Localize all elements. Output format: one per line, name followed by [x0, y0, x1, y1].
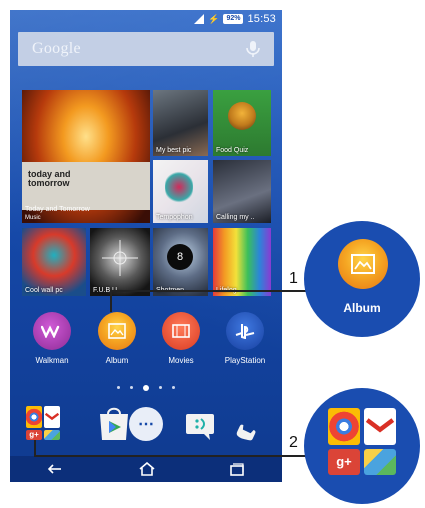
app-label: PlayStation [224, 356, 266, 365]
album-zoom-bubble: Album [304, 221, 420, 337]
tile-food-quiz[interactable]: Food Quiz [213, 90, 271, 156]
messaging-icon[interactable] [180, 404, 220, 444]
tile-label: Calling my .. [216, 214, 255, 221]
album-art-title: today and tomorrow [28, 169, 71, 188]
app-label: Movies [168, 356, 194, 365]
google-logo: Google [32, 40, 81, 57]
callout-line-2-vertical [34, 440, 36, 456]
app-movies[interactable]: Movies [151, 312, 211, 365]
clock: 15:53 [247, 13, 276, 25]
status-bar: ⚡ 92% 15:53 [10, 10, 282, 28]
navigation-bar [10, 456, 282, 482]
callout-line-1-vertical [110, 290, 112, 312]
chrome-icon [328, 408, 360, 445]
app-drawer-button[interactable]: ⋯ [126, 404, 166, 444]
tile-tempophon[interactable]: Tempophon [153, 160, 208, 223]
tile-label: Tempophon [156, 214, 193, 221]
page-dot [117, 386, 120, 389]
microphone-icon[interactable] [244, 40, 262, 58]
back-icon[interactable] [47, 463, 65, 475]
playstation-icon [226, 312, 264, 350]
app-playstation[interactable]: PlayStation [215, 312, 275, 365]
chrome-icon [26, 406, 42, 428]
callout-line-2 [34, 455, 330, 457]
app-walkman[interactable]: Walkman [22, 312, 82, 365]
grid-dots-icon: ⋯ [129, 407, 163, 441]
album-large-icon [338, 239, 388, 289]
page-dot-active [143, 384, 149, 391]
tile-label: My best pic [156, 147, 192, 154]
tile-my-best-pic[interactable]: My best pic [153, 90, 208, 156]
maps-icon [364, 449, 396, 475]
google-plus-icon: g+ [26, 430, 42, 440]
tile-shotmen[interactable]: 8 Shotmen [153, 228, 208, 296]
tile-cool-wall[interactable]: Cool wall pc [22, 228, 86, 296]
billiard-ball-icon: 8 [167, 244, 193, 270]
tile-label: Food Quiz [216, 147, 249, 154]
music-widget-sub: Music [25, 215, 41, 221]
gmail-icon [364, 408, 396, 445]
phone-screen: ⚡ 92% 15:53 Google today and tomorrow To… [10, 10, 282, 482]
phone-icon[interactable] [228, 404, 268, 444]
callout-line-1 [110, 290, 324, 292]
callout-number-1: 1 [289, 270, 298, 287]
app-album[interactable]: Album [87, 312, 147, 365]
tempophon-art [165, 170, 193, 204]
album-large-label: Album [343, 301, 381, 315]
maps-icon [44, 430, 60, 440]
google-plus-icon: g+ [328, 449, 360, 475]
music-widget-tile[interactable]: today and tomorrow Today and Tomorrow Mu… [22, 90, 150, 223]
callout-number-2: 2 [289, 434, 298, 451]
home-icon[interactable] [138, 462, 156, 476]
burger-icon [228, 102, 256, 130]
signal-icon [194, 14, 205, 24]
movies-icon [162, 312, 200, 350]
walkman-icon [33, 312, 71, 350]
battery-indicator: 92% [223, 14, 244, 24]
compass-art-icon [102, 240, 138, 276]
app-label: Walkman [35, 356, 69, 365]
google-search-bar[interactable]: Google [18, 32, 274, 66]
folder-zoom-bubble: g+ [304, 388, 420, 504]
page-dot [130, 386, 133, 389]
tile-lifelog[interactable]: Lifelog [213, 228, 271, 296]
album-icon [98, 312, 136, 350]
page-indicator [10, 384, 282, 391]
page-dot [172, 386, 175, 389]
google-apps-folder[interactable]: g+ [24, 404, 62, 442]
google-folder-large: g+ [328, 408, 396, 475]
stage: ⚡ 92% 15:53 Google today and tomorrow To… [0, 0, 425, 508]
tile-fub[interactable]: F.U.B.U... [90, 228, 150, 296]
charging-icon: ⚡ [208, 14, 220, 24]
gmail-icon [44, 406, 60, 428]
app-label: Album [105, 356, 129, 365]
tile-calling-my[interactable]: Calling my .. [213, 160, 271, 223]
page-dot [159, 386, 162, 389]
music-widget-caption: Today and Tomorrow [25, 206, 90, 213]
recent-apps-icon[interactable] [229, 462, 245, 476]
tile-label: Cool wall pc [25, 287, 63, 294]
